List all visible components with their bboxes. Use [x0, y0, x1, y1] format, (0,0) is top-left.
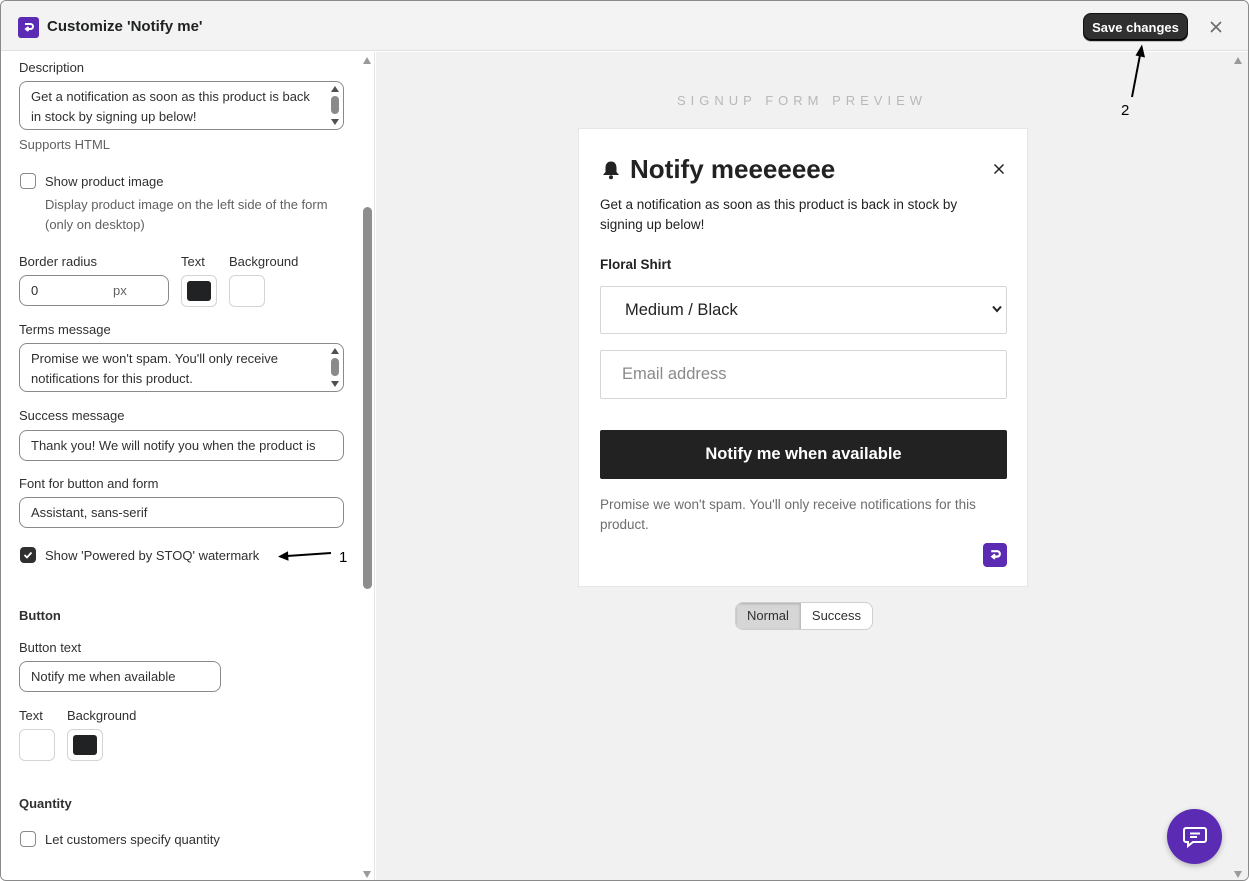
mode-success-tab[interactable]: Success — [801, 603, 872, 629]
signup-form-preview: Notify meeeeeee Get a notification as so… — [578, 128, 1028, 587]
button-background-color-swatch[interactable] — [67, 729, 103, 761]
border-radius-value: 0 — [31, 283, 39, 298]
form-text-color-swatch[interactable] — [181, 275, 217, 307]
preview-area: SIGNUP FORM PREVIEW Notify meeeeeee Get … — [376, 52, 1248, 880]
border-radius-input[interactable]: 0 px — [19, 275, 169, 306]
form-background-color-swatch[interactable] — [229, 275, 265, 307]
app-window: Customize 'Notify me' Save changes Descr… — [0, 0, 1249, 881]
variant-value: Medium / Black — [625, 301, 738, 319]
bell-icon — [603, 161, 619, 179]
terms-textarea[interactable]: Promise we won't spam. You'll only recei… — [19, 343, 344, 392]
settings-panel[interactable]: Description Get a notification as soon a… — [1, 52, 375, 880]
button-text-label: Button text — [19, 640, 82, 655]
form-terms: Promise we won't spam. You'll only recei… — [600, 497, 976, 532]
form-close-icon[interactable] — [989, 159, 1009, 179]
success-input[interactable]: Thank you! We will notify you when the p… — [19, 430, 344, 461]
form-description: Get a notification as soon as this produ… — [600, 197, 958, 232]
font-label: Font for button and form — [19, 476, 159, 491]
show-product-image-help: Display product image on the left side o… — [45, 197, 328, 232]
description-label: Description — [19, 60, 85, 75]
textarea-scrollbar[interactable] — [329, 84, 341, 127]
button-text-input[interactable]: Notify me when available — [19, 661, 221, 692]
form-background-color-label: Background — [229, 254, 299, 269]
button-section-heading: Button — [19, 608, 61, 623]
form-heading: Notify meeeeeee — [600, 154, 835, 185]
notify-button[interactable]: Notify me when available — [600, 430, 1007, 479]
font-input[interactable]: Assistant, sans-serif — [19, 497, 344, 528]
terms-label: Terms message — [19, 322, 111, 337]
modal-header: Customize 'Notify me' Save changes — [1, 1, 1248, 51]
annotation-label-1: 1 — [339, 549, 348, 566]
stoq-logo-icon — [18, 17, 39, 38]
button-background-color-label: Background — [67, 708, 137, 723]
page-title: Customize 'Notify me' — [47, 18, 203, 35]
save-button[interactable]: Save changes — [1083, 13, 1188, 41]
description-help: Supports HTML — [19, 137, 111, 152]
chat-icon — [1182, 826, 1207, 848]
check-icon — [23, 551, 33, 559]
terms-value: Promise we won't spam. You'll only recei… — [31, 351, 279, 386]
textarea-scrollbar[interactable] — [329, 346, 341, 389]
border-radius-suffix: px — [113, 283, 127, 298]
annotation-label-2: 2 — [1121, 102, 1130, 119]
chevron-down-icon — [992, 305, 1002, 313]
border-radius-label: Border radius — [19, 254, 98, 269]
show-product-image-checkbox[interactable] — [20, 173, 36, 189]
success-label: Success message — [19, 408, 125, 423]
close-icon[interactable] — [1204, 15, 1228, 39]
form-product-name: Floral Shirt — [600, 257, 672, 272]
preview-mode-toggle[interactable]: Normal Success — [735, 602, 874, 630]
variant-select[interactable]: Medium / Black — [600, 286, 1007, 334]
description-value: Get a notification as soon as this produ… — [31, 89, 310, 124]
button-text-color-swatch[interactable] — [19, 729, 55, 761]
quantity-checkbox[interactable] — [20, 831, 36, 847]
button-text-color-label: Text — [19, 708, 43, 723]
annotation-arrow-2 — [1131, 44, 1145, 98]
description-textarea[interactable]: Get a notification as soon as this produ… — [19, 81, 344, 130]
settings-scrollbar[interactable] — [361, 52, 374, 880]
show-product-image-label: Show product image — [45, 174, 164, 189]
annotation-arrow-1 — [278, 551, 332, 561]
email-field[interactable]: Email address — [600, 350, 1007, 399]
mode-normal-tab[interactable]: Normal — [736, 603, 801, 629]
preview-title: SIGNUP FORM PREVIEW — [676, 93, 928, 108]
form-text-color-label: Text — [181, 254, 205, 269]
preview-scrollbar[interactable] — [1233, 52, 1246, 880]
chat-button[interactable] — [1167, 809, 1222, 864]
watermark-label: Show 'Powered by STOQ' watermark — [45, 548, 260, 563]
form-heading-text: Notify meeeeeee — [630, 154, 836, 184]
quantity-label: Let customers specify quantity — [45, 832, 220, 847]
stoq-watermark-icon[interactable] — [983, 543, 1007, 567]
watermark-checkbox[interactable] — [20, 547, 36, 563]
quantity-section-heading: Quantity — [19, 796, 72, 811]
